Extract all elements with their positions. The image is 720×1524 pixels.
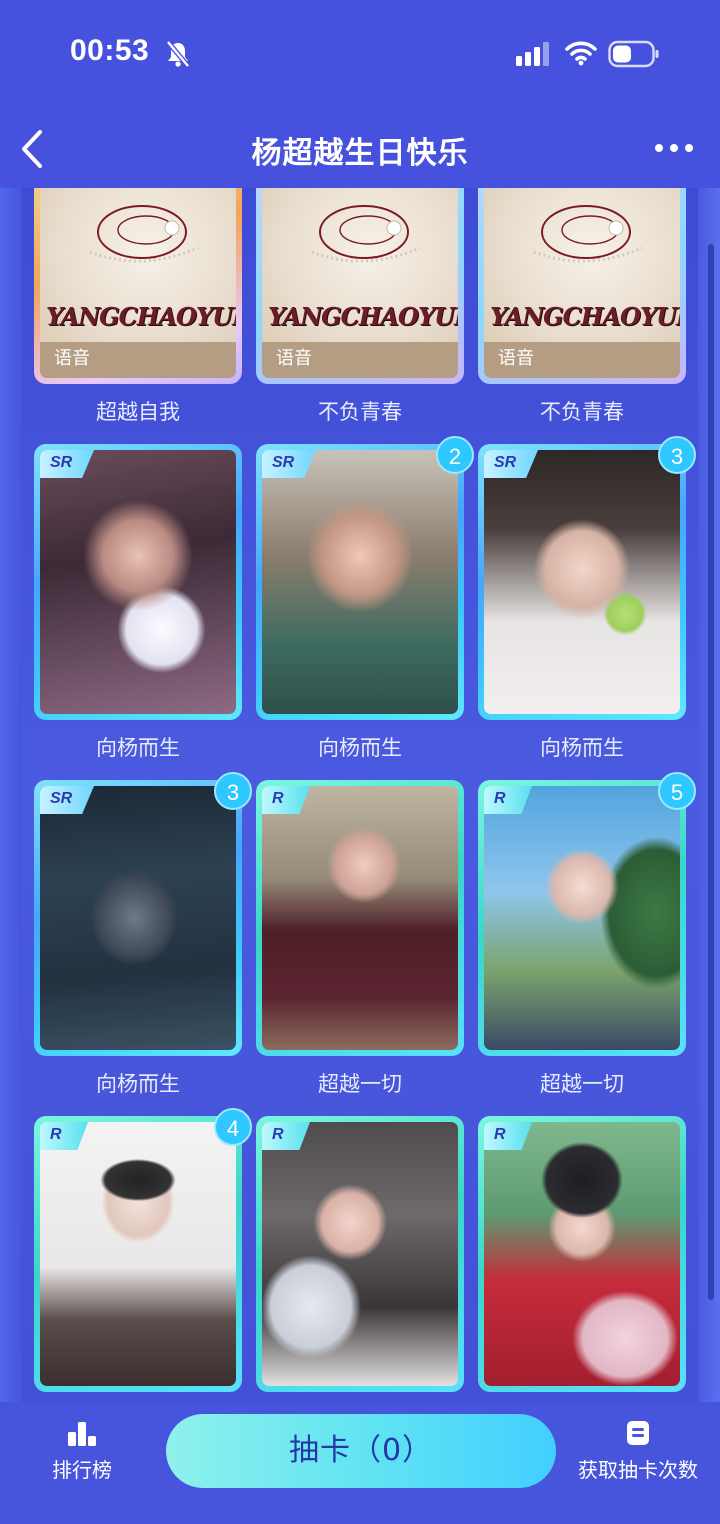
leaderboard-button[interactable]: 排行榜 (30, 1420, 134, 1490)
photo-card[interactable]: SR 3 (34, 772, 252, 1056)
count-badge: 2 (436, 436, 474, 474)
count-badge: 3 (658, 436, 696, 474)
voice-tag: 语音 (498, 348, 534, 369)
card-label: 向杨而生 (540, 736, 624, 760)
photo-card[interactable]: SR 2 (256, 436, 474, 720)
voice-card[interactable]: YANGCHAOYUE 语音 (34, 188, 242, 384)
status-time: 00:53 (70, 34, 150, 67)
more-icon[interactable] (654, 138, 694, 158)
document-icon (627, 1421, 649, 1445)
signal-icon (516, 42, 549, 66)
leaderboard-label: 排行榜 (52, 1458, 112, 1482)
page-title: 杨超越生日快乐 (251, 136, 469, 171)
pearl-ornament-icon (311, 205, 421, 263)
card-photo (484, 1122, 680, 1386)
scrollbar[interactable] (708, 244, 714, 1300)
top-bar: 00:53 杨超越生日快乐 (0, 0, 720, 188)
card-logo-text: YANGCHAOYUE (46, 302, 236, 331)
card-label: 超越一切 (318, 1072, 402, 1096)
photo-card[interactable]: SR (34, 444, 242, 720)
count-badge: 3 (214, 772, 252, 810)
card-photo (262, 786, 458, 1050)
card-photo (40, 786, 236, 1050)
card-label: 超越一切 (540, 1072, 624, 1096)
card-collection[interactable]: YANGCHAOYUE 语音 超越自我 YANGCHAOYUE 语音 不负青春 (0, 188, 720, 1402)
card-label: 向杨而生 (318, 736, 402, 760)
leaderboard-icon (68, 1422, 96, 1446)
pearl-ornament-icon (533, 205, 643, 263)
card-photo (484, 450, 680, 714)
battery-icon (608, 40, 659, 68)
card-label: 超越自我 (96, 400, 180, 424)
photo-card[interactable]: SR 3 (478, 436, 696, 720)
card-label: 不负青春 (318, 400, 402, 424)
voice-tag: 语音 (54, 348, 90, 369)
card-logo-text: YANGCHAOYUE (268, 302, 458, 331)
count-badge: 4 (214, 1108, 252, 1146)
card-photo (484, 786, 680, 1050)
voice-card[interactable]: YANGCHAOYUE 语音 (478, 188, 686, 384)
card-photo (40, 1122, 236, 1386)
card-label: 向杨而生 (96, 1072, 180, 1096)
card-label: 不负青春 (540, 400, 624, 424)
card-photo (262, 450, 458, 714)
photo-card[interactable]: R 4 (34, 1108, 252, 1392)
card-logo-text: YANGCHAOYUE (490, 302, 680, 331)
photo-card[interactable]: R (256, 780, 464, 1056)
draw-card-button[interactable]: 抽卡（0） (166, 1414, 556, 1488)
wifi-icon (565, 41, 597, 66)
pearl-ornament-icon (89, 205, 199, 263)
card-label: 向杨而生 (96, 736, 180, 760)
photo-card[interactable]: R 5 (478, 772, 696, 1056)
bell-muted-icon (166, 40, 190, 68)
get-draw-chances-button[interactable]: 获取抽卡次数 (570, 1420, 706, 1490)
card-photo (262, 1122, 458, 1386)
voice-tag: 语音 (276, 348, 312, 369)
get-draw-chances-label: 获取抽卡次数 (578, 1458, 698, 1482)
card-photo (40, 450, 236, 714)
photo-card[interactable]: R (478, 1116, 686, 1392)
photo-card[interactable]: R (256, 1116, 464, 1392)
voice-card[interactable]: YANGCHAOYUE 语音 (256, 188, 464, 384)
count-badge: 5 (658, 772, 696, 810)
